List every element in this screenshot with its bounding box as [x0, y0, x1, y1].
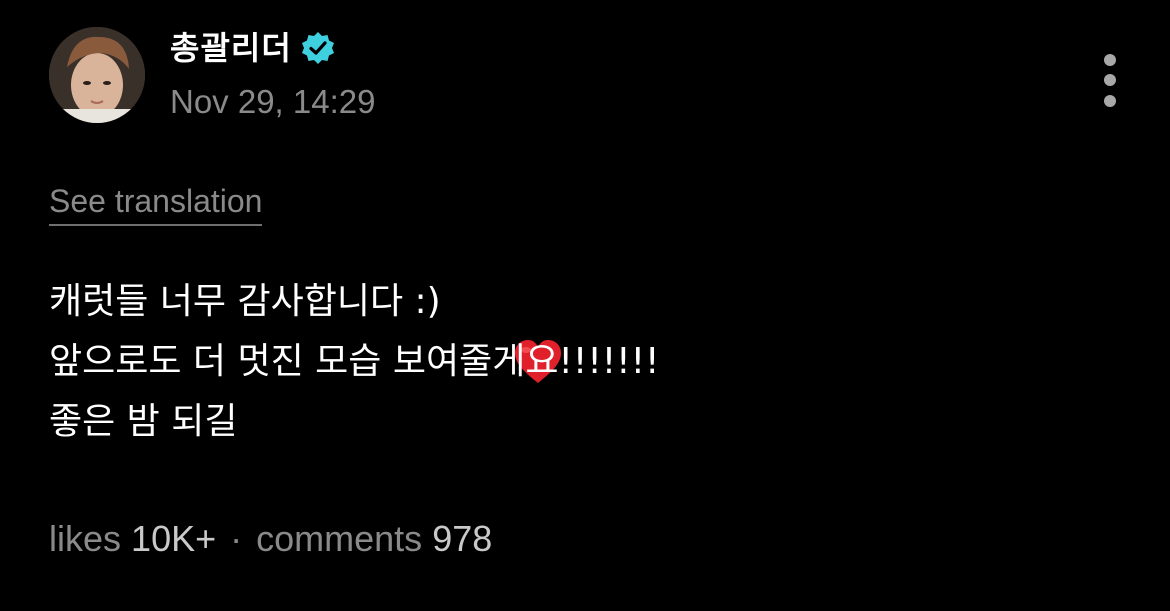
username[interactable]: 총괄리더	[170, 26, 292, 70]
username-row: 총괄리더	[170, 26, 336, 70]
stats-separator: ·	[230, 518, 243, 559]
post-body-line: 캐럿들 너무 감사합니다 :)	[49, 272, 659, 383]
comments-count[interactable]: 978	[432, 518, 492, 560]
post-body-line: 앞으로도 더 멋진 모습 보여줄게요!!!!!!!	[49, 332, 659, 392]
post-text-line-1: 캐럿들 너무 감사합니다 :)	[49, 281, 441, 322]
red-heart-emoji	[445, 279, 562, 383]
more-vertical-icon[interactable]	[1098, 54, 1122, 114]
post-text-line-3: 좋은 밤 되길	[49, 401, 238, 442]
post-timestamp: Nov 29, 14:29	[170, 83, 376, 120]
see-translation-link[interactable]: See translation	[49, 182, 263, 226]
post-body-line: 좋은 밤 되길	[49, 392, 659, 452]
post-stats: likes 10K+ · comments 978	[49, 518, 492, 560]
verified-badge-icon	[300, 30, 336, 66]
comments-label[interactable]: comments	[256, 518, 422, 560]
post-text-line-2: 앞으로도 더 멋진 모습 보여줄게요!!!!!!!	[49, 341, 660, 382]
avatar[interactable]	[49, 27, 145, 123]
likes-label[interactable]: likes	[49, 518, 121, 560]
post-body: 캐럿들 너무 감사합니다 :) 앞으로도 더 멋진 모습 보여줄게요!!!!!!…	[49, 272, 659, 452]
likes-count[interactable]: 10K+	[131, 518, 216, 560]
